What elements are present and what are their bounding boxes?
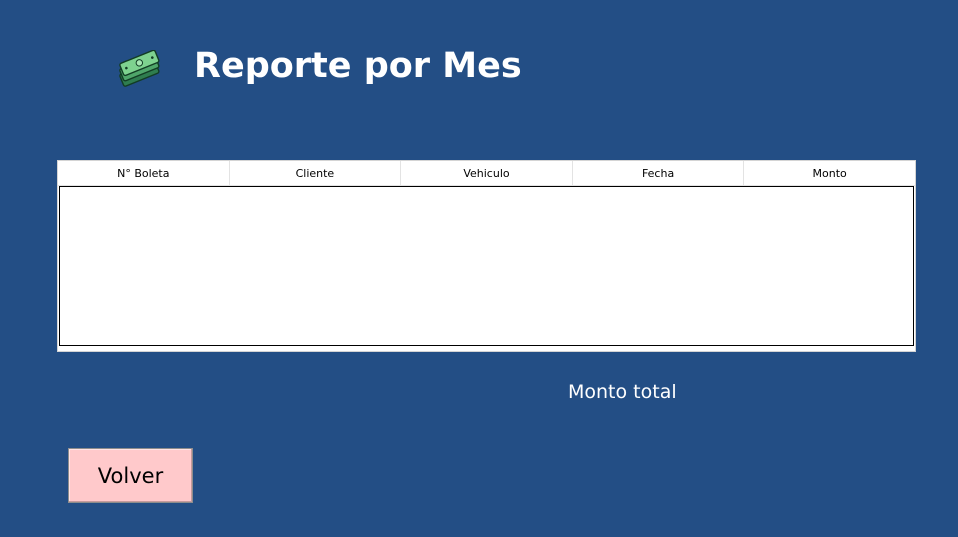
money-stack-icon bbox=[114, 49, 164, 90]
table-header: N° Boleta Cliente Vehiculo Fecha Monto bbox=[58, 161, 915, 186]
column-header-cliente[interactable]: Cliente bbox=[229, 161, 402, 186]
table-body[interactable] bbox=[59, 186, 914, 346]
column-header-vehiculo[interactable]: Vehiculo bbox=[401, 161, 573, 186]
column-header-boleta[interactable]: N° Boleta bbox=[58, 161, 230, 186]
report-table: N° Boleta Cliente Vehiculo Fecha Monto bbox=[57, 160, 916, 352]
column-header-fecha[interactable]: Fecha bbox=[572, 161, 745, 186]
page-title: Reporte por Mes bbox=[194, 46, 522, 86]
column-header-monto[interactable]: Monto bbox=[744, 161, 915, 186]
monto-total-label: Monto total bbox=[568, 381, 677, 403]
back-button[interactable]: Volver bbox=[68, 448, 193, 503]
